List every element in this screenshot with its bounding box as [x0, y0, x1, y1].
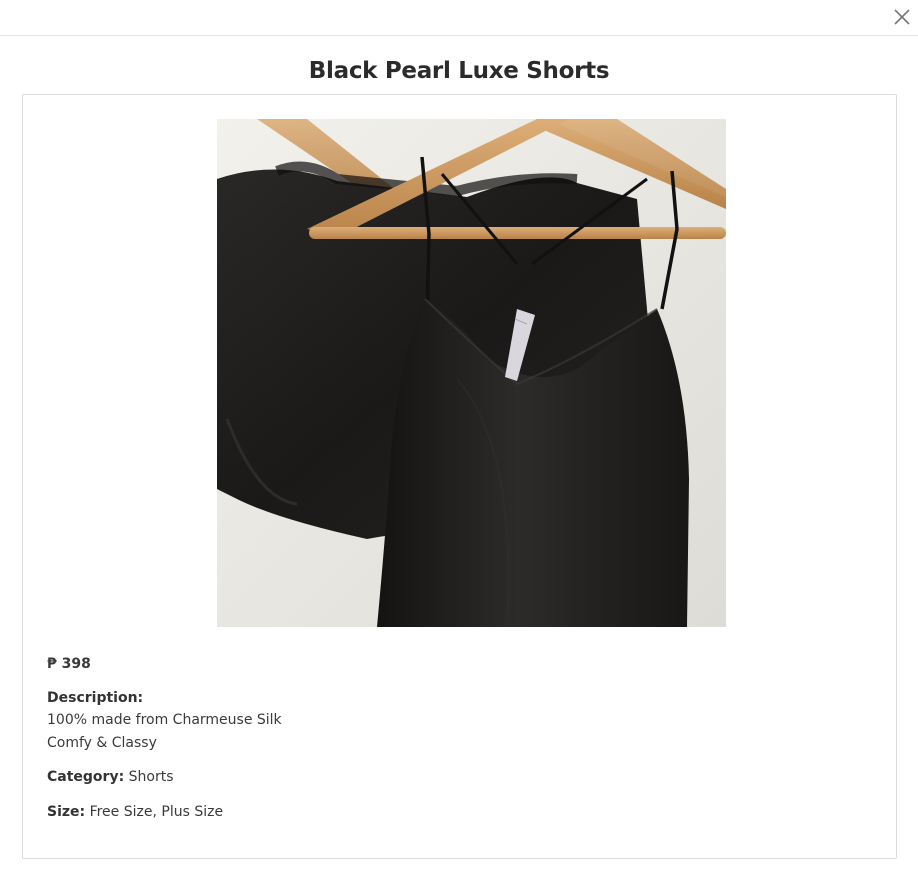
description-label: Description: — [47, 689, 144, 706]
modal-header — [0, 0, 918, 36]
product-title: Black Pearl Luxe Shorts — [308, 58, 610, 84]
product-card: ₱ 398 Description: 100% made from Charme… — [22, 94, 897, 859]
product-image[interactable] — [217, 119, 726, 627]
product-price: ₱ 398 — [47, 656, 91, 672]
size-value: Free Size, Plus Size — [89, 803, 224, 820]
size-row: Size: Free Size, Plus Size — [47, 801, 847, 824]
size-label: Size: — [47, 803, 86, 820]
product-details: ₱ 398 Description: 100% made from Charme… — [47, 653, 847, 823]
description-line: 100% made from Charmeuse Silk — [47, 712, 282, 728]
description-line: Comfy & Classy — [47, 734, 157, 751]
category-row: Category: Shorts — [47, 766, 847, 789]
description-section: Description: 100% made from Charmeuse Si… — [47, 687, 847, 755]
close-icon — [894, 9, 910, 25]
category-label: Category: — [47, 769, 125, 785]
category-value: Shorts — [128, 769, 174, 785]
close-button[interactable] — [892, 7, 912, 27]
